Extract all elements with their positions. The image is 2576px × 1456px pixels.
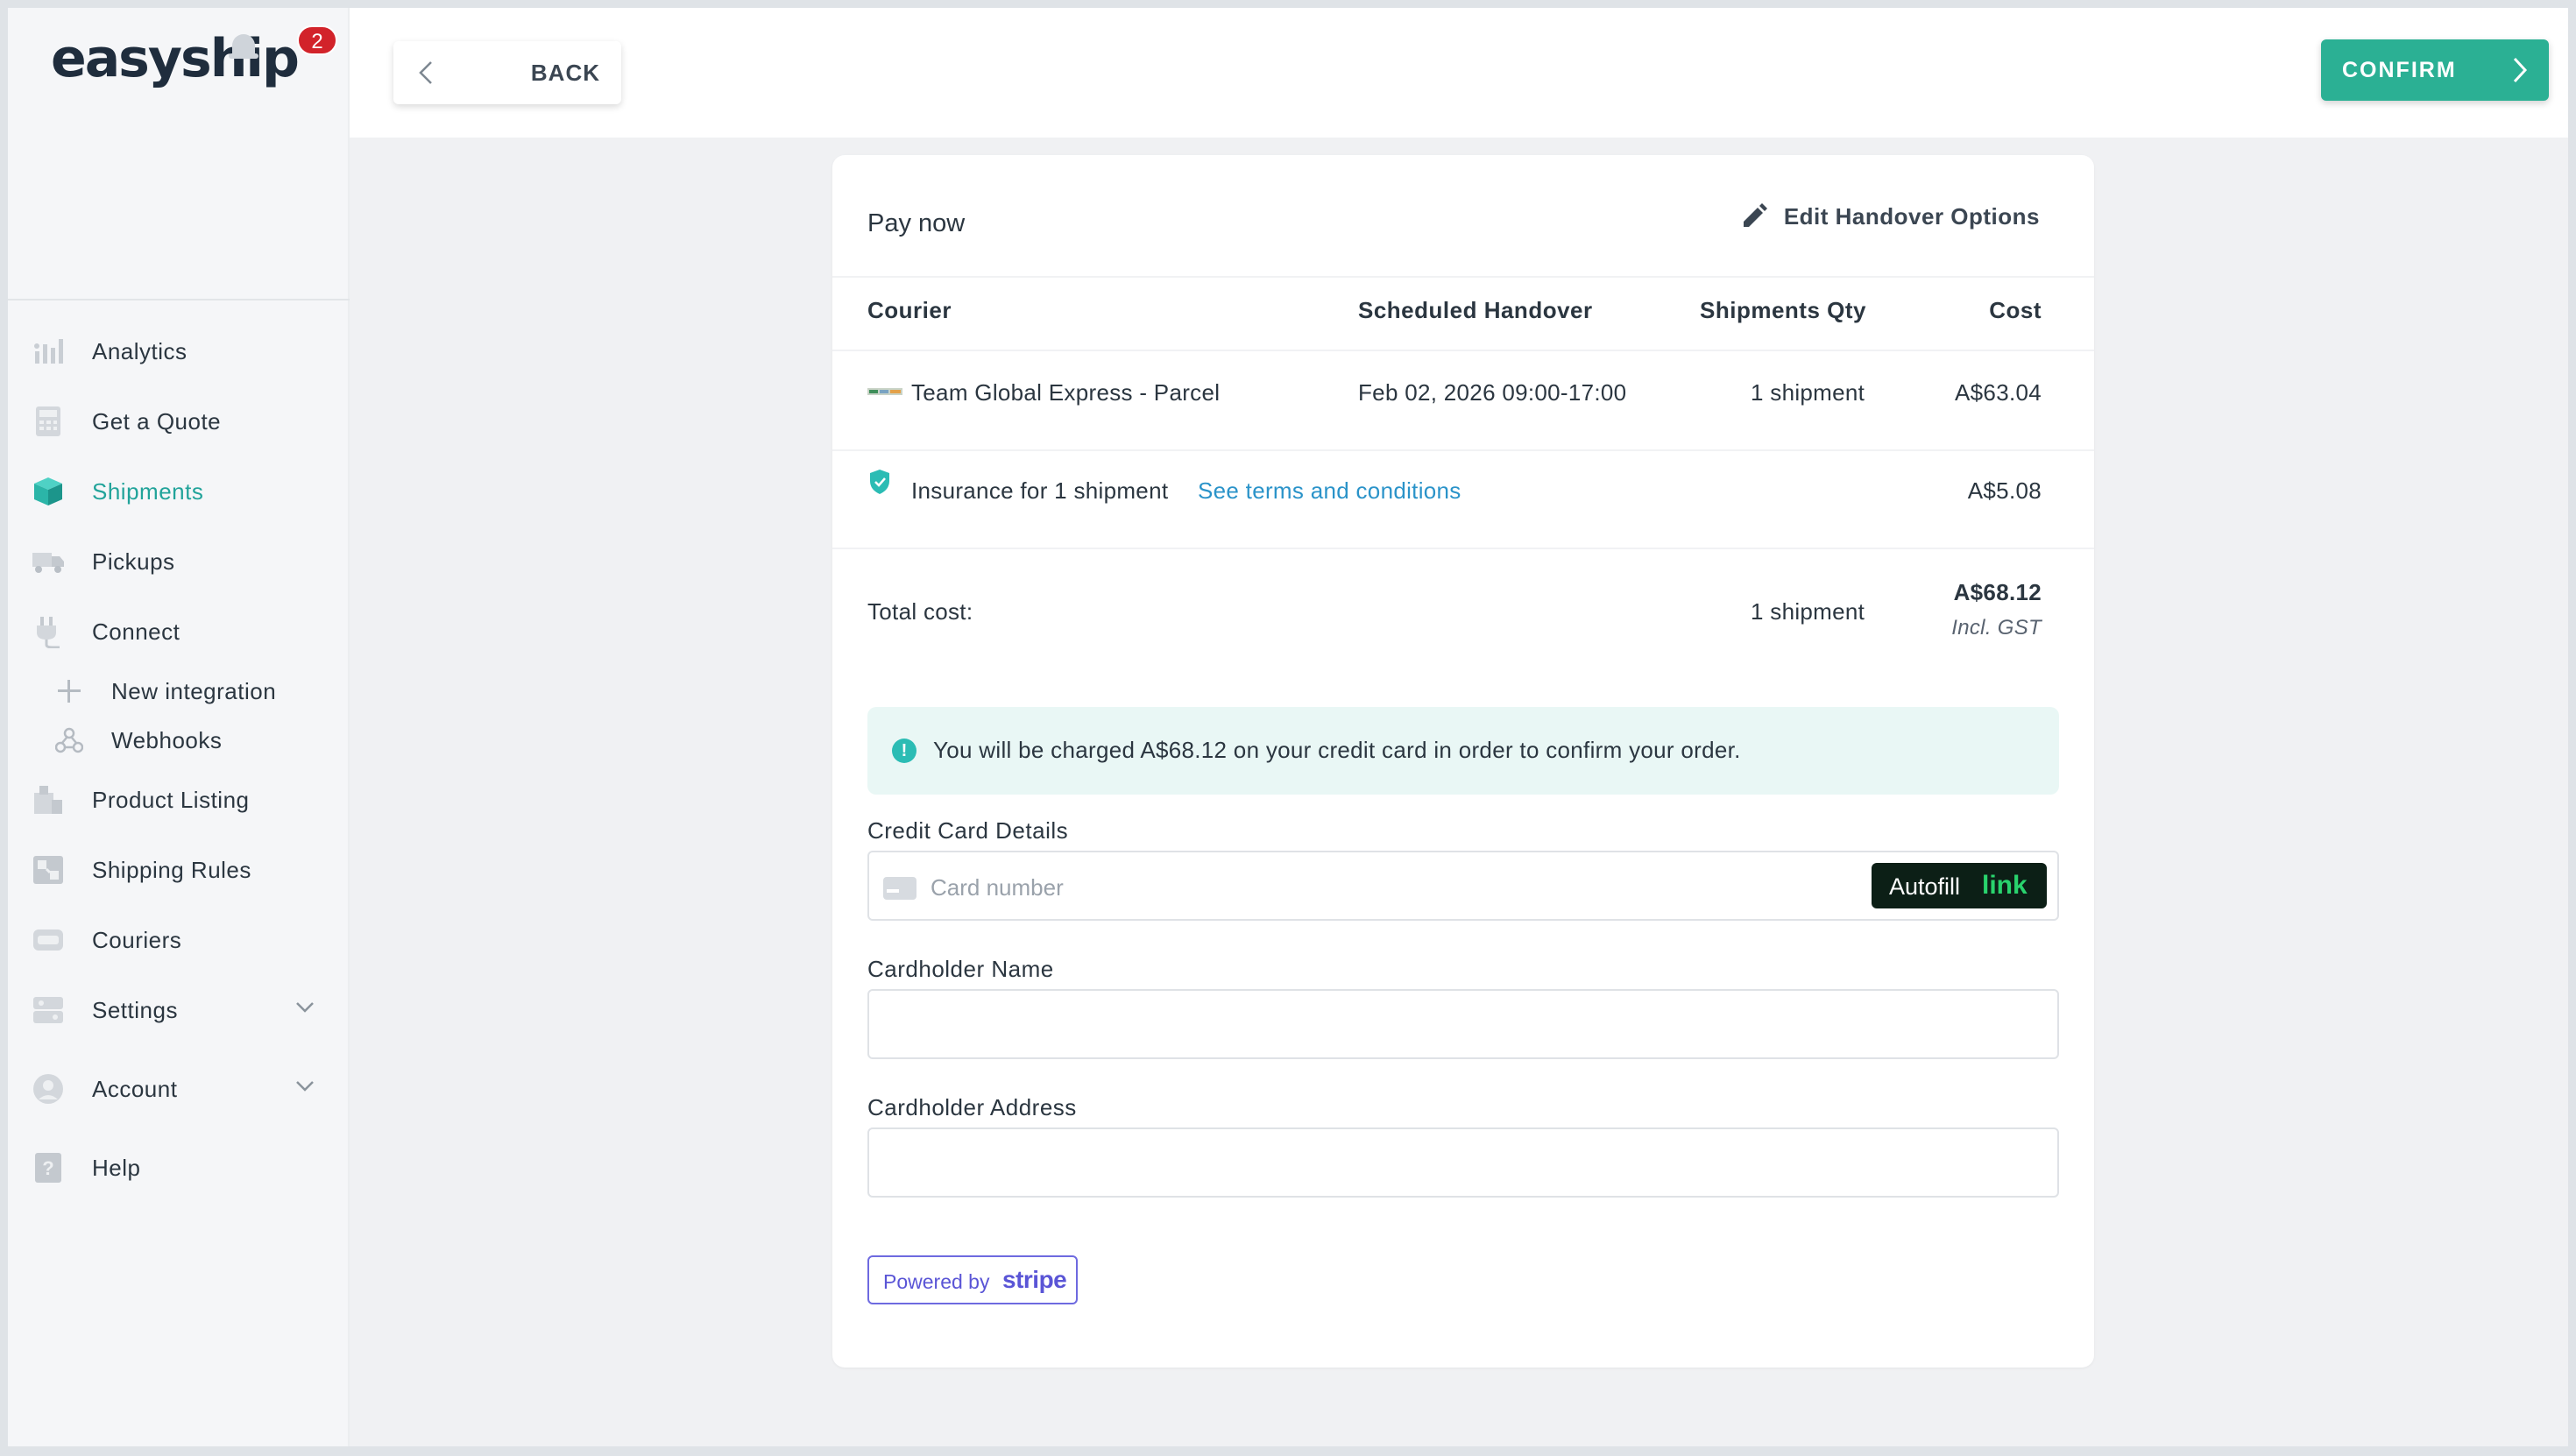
sidebar-item-analytics[interactable]: Analytics <box>8 316 350 386</box>
divider <box>832 449 2094 451</box>
sidebar-nav: Analytics Get a Quote Shipments Pickups <box>8 316 350 1203</box>
sidebar: easyship 2 Analytics Get a Quote Shipmen… <box>8 8 350 1446</box>
payment-card: Pay now Edit Handover Options Courier Sc… <box>832 155 2094 1368</box>
webhook-icon <box>53 724 85 756</box>
calculator-icon <box>31 404 66 439</box>
edit-handover-options-button[interactable]: Edit Handover Options <box>1740 201 2040 233</box>
divider <box>832 548 2094 549</box>
bell-icon[interactable] <box>227 20 262 66</box>
help-icon: ? <box>31 1150 66 1185</box>
total-label: Total cost: <box>867 598 973 625</box>
top-bar: BACK CONFIRM <box>350 8 2568 138</box>
sidebar-item-connect[interactable]: Connect <box>8 597 350 667</box>
plus-icon <box>53 675 85 707</box>
autofill-link-button[interactable]: Autofill link <box>1872 863 2047 908</box>
box-icon <box>31 474 66 509</box>
cardholder-name-label: Cardholder Name <box>867 956 1054 982</box>
powered-by-stripe-badge[interactable]: Powered by stripe <box>867 1255 1078 1304</box>
edit-handover-label: Edit Handover Options <box>1783 203 2040 230</box>
card-title: Pay now <box>867 209 966 237</box>
chevron-down-icon[interactable] <box>295 1080 315 1097</box>
autofill-text: Autofill <box>1889 873 1961 900</box>
confirm-label: CONFIRM <box>2342 58 2457 82</box>
sidebar-item-shipping-rules[interactable]: Shipping Rules <box>8 835 350 905</box>
sidebar-subitem-new-integration[interactable]: New integration <box>8 667 350 716</box>
shipment-qty: 1 shipment <box>1751 379 1865 406</box>
svg-text:?: ? <box>42 1157 53 1179</box>
sidebar-item-label: Pickups <box>92 548 175 575</box>
sidebar-item-label: Couriers <box>92 926 182 953</box>
divider <box>832 350 2094 351</box>
sidebar-item-label: Connect <box>92 618 180 645</box>
cardholder-name-input[interactable] <box>867 989 2059 1059</box>
courier-name: Team Global Express - Parcel <box>911 379 1221 406</box>
sidebar-item-couriers[interactable]: Couriers <box>8 905 350 975</box>
settings-icon <box>31 993 66 1028</box>
sidebar-item-label: Shipping Rules <box>92 856 251 883</box>
sidebar-item-label: Settings <box>92 996 178 1023</box>
terms-link[interactable]: See terms and conditions <box>1198 477 1461 505</box>
insurance-label: Insurance for 1 shipment <box>911 477 1169 504</box>
card-details-label: Credit Card Details <box>867 817 1069 844</box>
column-header-courier: Courier <box>867 297 952 323</box>
cardholder-address-input[interactable] <box>867 1127 2059 1198</box>
column-header-qty: Shipments Qty <box>1700 297 1866 323</box>
card-number-placeholder: Card number <box>931 874 1064 901</box>
sidebar-item-product-listing[interactable]: Product Listing <box>8 765 350 835</box>
chevron-down-icon[interactable] <box>295 1001 315 1018</box>
sidebar-subitem-webhooks[interactable]: Webhooks <box>8 716 350 765</box>
sidebar-item-label: Product Listing <box>92 786 250 813</box>
back-button[interactable]: BACK <box>393 41 621 104</box>
sidebar-item-pickups[interactable]: Pickups <box>8 527 350 597</box>
rules-icon <box>31 852 66 887</box>
back-label: BACK <box>530 59 600 86</box>
sidebar-item-get-a-quote[interactable]: Get a Quote <box>8 386 350 456</box>
sidebar-subitem-label: Webhooks <box>111 726 223 753</box>
insurance-cost: A$5.08 <box>1967 477 2042 504</box>
chevron-right-icon <box>2512 57 2528 88</box>
app-window: easyship 2 Analytics Get a Quote Shipmen… <box>8 8 2568 1446</box>
sidebar-item-account[interactable]: Account <box>8 1054 350 1124</box>
account-icon <box>31 1071 66 1106</box>
sidebar-item-label: Analytics <box>92 337 188 364</box>
shipment-cost: A$63.04 <box>1955 379 2042 406</box>
handover-time: Feb 02, 2026 09:00-17:00 <box>1358 379 1627 406</box>
powered-by-text: Powered by <box>883 1270 990 1293</box>
link-brand-text: link <box>1982 871 2028 900</box>
sidebar-item-shipments[interactable]: Shipments <box>8 456 350 527</box>
notification-badge[interactable]: 2 <box>297 25 337 55</box>
product-icon <box>31 782 66 817</box>
courier-icon <box>31 922 66 958</box>
total-qty: 1 shipment <box>1751 598 1865 625</box>
credit-card-icon <box>883 877 916 900</box>
analytics-icon <box>31 334 66 369</box>
info-icon: ! <box>892 739 916 763</box>
courier-logo-icon <box>867 385 902 398</box>
chevron-left-icon <box>418 60 434 89</box>
sidebar-item-label: Help <box>92 1154 141 1181</box>
tax-note: Incl. GST <box>1951 616 2042 640</box>
cardholder-address-label: Cardholder Address <box>867 1094 1077 1120</box>
column-header-cost: Cost <box>1989 297 2042 323</box>
charge-notice: ! You will be charged A$68.12 on your cr… <box>867 707 2059 795</box>
column-header-handover: Scheduled Handover <box>1358 297 1593 323</box>
charge-notice-text: You will be charged A$68.12 on your cred… <box>933 737 1741 763</box>
confirm-button[interactable]: CONFIRM <box>2321 39 2549 101</box>
sidebar-item-settings[interactable]: Settings <box>8 975 350 1045</box>
stripe-logo-text: stripe <box>1002 1266 1067 1293</box>
sidebar-divider <box>8 299 350 300</box>
sidebar-item-label: Account <box>92 1075 178 1102</box>
sidebar-item-label: Get a Quote <box>92 407 222 435</box>
plug-icon <box>31 614 66 649</box>
divider <box>832 276 2094 278</box>
sidebar-subitem-label: New integration <box>111 677 277 704</box>
card-number-input[interactable]: Card number Autofill link <box>867 851 2059 921</box>
pencil-icon <box>1740 201 1768 233</box>
truck-icon <box>31 544 66 579</box>
total-cost: A$68.12 <box>1953 579 2042 605</box>
sidebar-item-help[interactable]: ? Help <box>8 1133 350 1203</box>
sidebar-item-label: Shipments <box>92 477 204 505</box>
shield-icon <box>869 469 890 499</box>
